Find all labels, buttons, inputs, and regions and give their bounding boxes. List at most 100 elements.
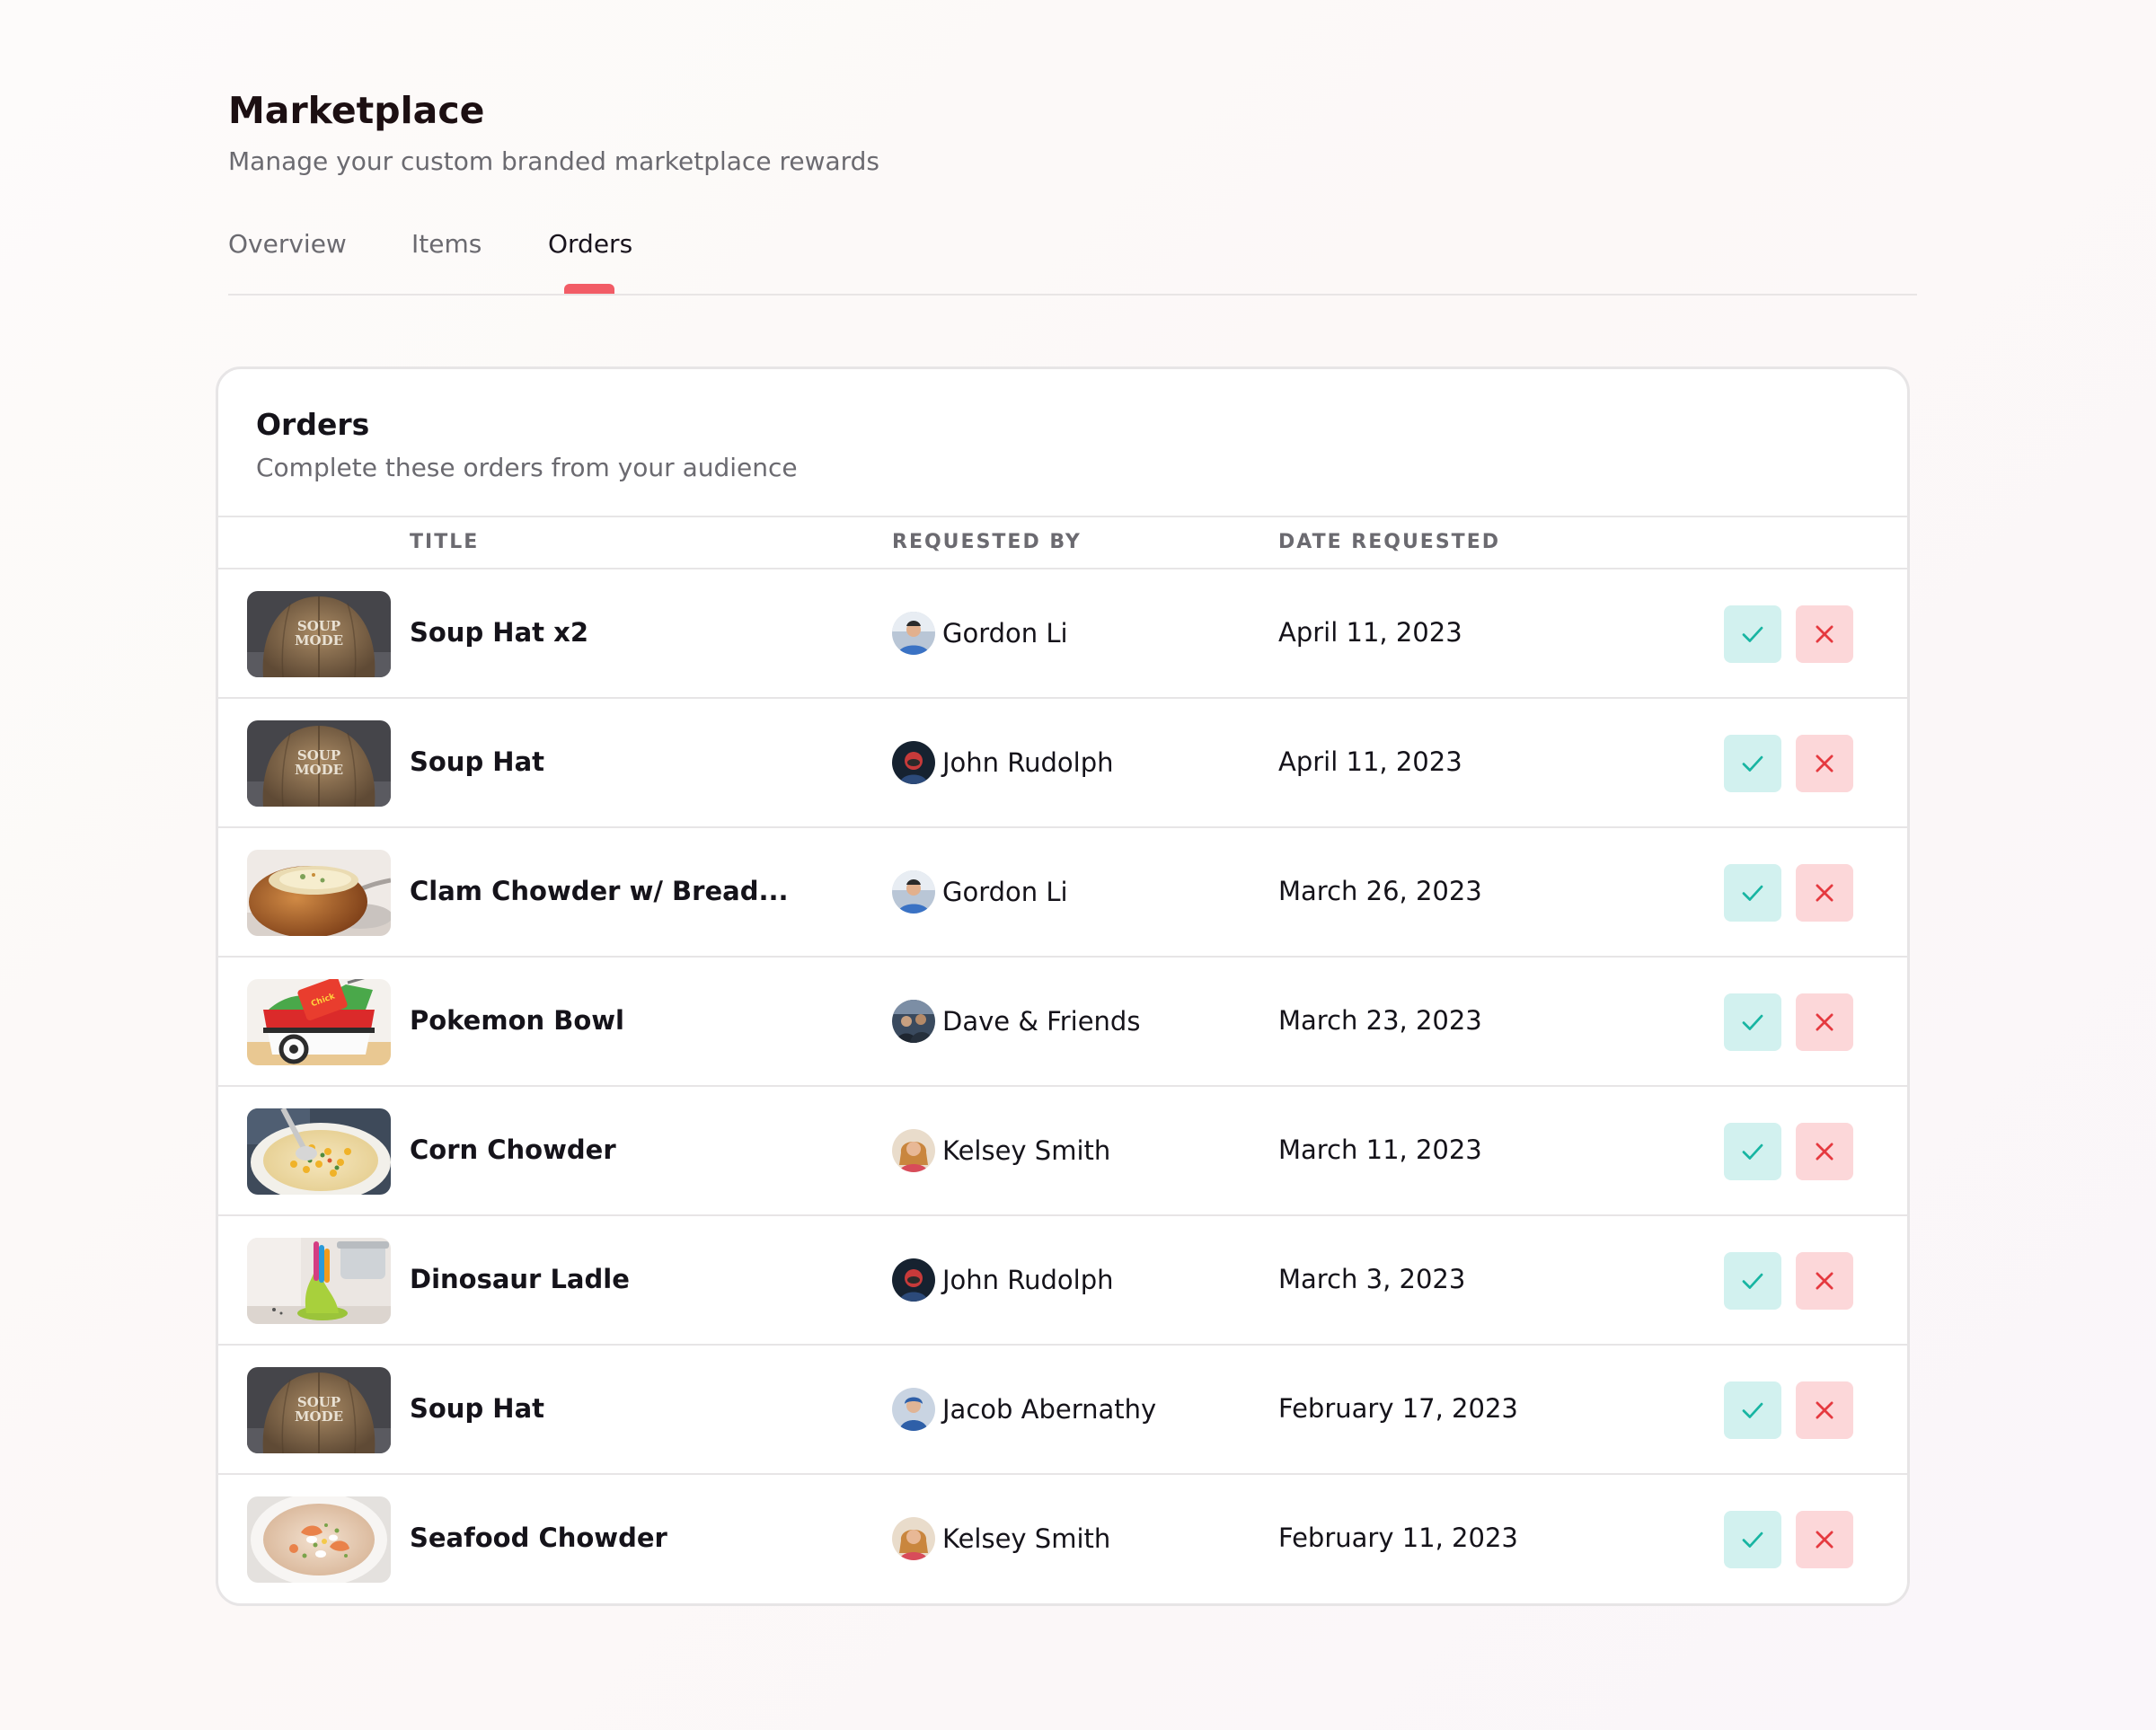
requester-name: Gordon Li <box>942 877 1068 907</box>
order-item-title: Dinosaur Ladle <box>410 1264 630 1294</box>
avatar <box>892 1258 935 1302</box>
table-row[interactable]: Soup Hat John Rudolph April 11, 2023 <box>218 699 1907 828</box>
order-item-title: Soup Hat x2 <box>410 617 588 648</box>
decline-button[interactable] <box>1796 864 1853 922</box>
corn-chowder-image <box>247 1108 391 1195</box>
decline-button[interactable] <box>1796 605 1853 663</box>
avatar <box>892 612 935 655</box>
requester: Gordon Li <box>892 611 1068 656</box>
dinosaur-ladle-image <box>247 1238 391 1324</box>
avatar <box>892 1000 935 1043</box>
tab-bar: Overview Items Orders <box>228 221 1917 296</box>
column-header-date-requested[interactable]: DATE REQUESTED <box>1278 530 1500 555</box>
check-icon <box>1742 1143 1763 1160</box>
requester-name: John Rudolph <box>942 1265 1114 1295</box>
clam-chowder-image <box>247 850 391 936</box>
close-icon <box>1816 755 1833 772</box>
approve-button[interactable] <box>1724 1123 1781 1180</box>
close-icon <box>1816 884 1833 902</box>
decline-button[interactable] <box>1796 993 1853 1051</box>
order-item-title: Soup Hat <box>410 746 545 777</box>
table-row[interactable]: Pokemon Bowl Dave & Friends March 23, 20… <box>218 958 1907 1087</box>
close-icon <box>1816 1013 1833 1031</box>
orders-table-body: Soup Hat x2 Gordon Li April 11, 2023 Sou… <box>218 569 1907 1604</box>
tab-items[interactable]: Items <box>411 221 482 293</box>
approve-button[interactable] <box>1724 993 1781 1051</box>
column-header-title[interactable]: TITLE <box>410 530 479 555</box>
requester-name: John Rudolph <box>942 747 1114 778</box>
order-item-title: Pokemon Bowl <box>410 1005 624 1036</box>
order-item-title: Clam Chowder w/ Bread... <box>410 876 789 906</box>
avatar <box>892 741 935 784</box>
column-header-requested-by[interactable]: REQUESTED BY <box>892 530 1082 555</box>
page-header: Marketplace Manage your custom branded m… <box>228 86 1917 178</box>
date-requested: February 17, 2023 <box>1278 1393 1518 1424</box>
requester: Kelsey Smith <box>892 1516 1110 1561</box>
soup-hat-image <box>247 1367 391 1453</box>
table-row[interactable]: Dinosaur Ladle John Rudolph March 3, 202… <box>218 1216 1907 1346</box>
close-icon <box>1816 1531 1833 1549</box>
tab-orders-label: Orders <box>548 229 633 259</box>
tab-overview-label: Overview <box>228 229 347 259</box>
decline-button[interactable] <box>1796 735 1853 792</box>
page-subtitle: Manage your custom branded marketplace r… <box>228 146 880 176</box>
table-row[interactable]: Clam Chowder w/ Bread... Gordon Li March… <box>218 828 1907 958</box>
tab-overview[interactable]: Overview <box>228 221 347 293</box>
decline-button[interactable] <box>1796 1381 1853 1439</box>
pokemon-bowl-image <box>247 979 391 1065</box>
avatar <box>892 1388 935 1431</box>
orders-card-subtitle: Complete these orders from your audience <box>256 453 798 482</box>
decline-button[interactable] <box>1796 1252 1853 1310</box>
decline-button[interactable] <box>1796 1123 1853 1180</box>
date-requested: April 11, 2023 <box>1278 617 1462 648</box>
tab-items-label: Items <box>411 229 482 259</box>
orders-card: Orders Complete these orders from your a… <box>216 366 1910 1606</box>
date-requested: March 3, 2023 <box>1278 1264 1466 1294</box>
table-row[interactable]: Soup Hat x2 Gordon Li April 11, 2023 <box>218 569 1907 699</box>
date-requested: March 11, 2023 <box>1278 1134 1482 1165</box>
requester: Gordon Li <box>892 869 1068 914</box>
close-icon <box>1816 1401 1833 1419</box>
check-icon <box>1742 1531 1763 1548</box>
requester: John Rudolph <box>892 740 1114 785</box>
seafood-chowder-image <box>247 1496 391 1583</box>
close-icon <box>1816 1272 1833 1290</box>
approve-button[interactable] <box>1724 1252 1781 1310</box>
approve-button[interactable] <box>1724 735 1781 792</box>
table-row[interactable]: Corn Chowder Kelsey Smith March 11, 2023 <box>218 1087 1907 1216</box>
active-tab-indicator <box>564 284 614 294</box>
check-icon <box>1742 626 1763 642</box>
approve-button[interactable] <box>1724 1381 1781 1439</box>
avatar <box>892 870 935 914</box>
order-item-title: Seafood Chowder <box>410 1523 667 1553</box>
check-icon <box>1742 885 1763 901</box>
order-item-title: Soup Hat <box>410 1393 545 1424</box>
orders-table-header: TITLE REQUESTED BY DATE REQUESTED <box>218 516 1907 569</box>
table-row[interactable]: Soup Hat Jacob Abernathy February 17, 20… <box>218 1346 1907 1475</box>
date-requested: April 11, 2023 <box>1278 746 1462 777</box>
marketplace-page: Marketplace Manage your custom branded m… <box>0 0 2156 1730</box>
order-item-title: Corn Chowder <box>410 1134 616 1165</box>
requester-name: Kelsey Smith <box>942 1523 1111 1554</box>
orders-card-header: Orders Complete these orders from your a… <box>256 407 798 484</box>
date-requested: March 26, 2023 <box>1278 876 1482 906</box>
avatar <box>892 1129 935 1172</box>
decline-button[interactable] <box>1796 1511 1853 1568</box>
approve-button[interactable] <box>1724 605 1781 663</box>
tab-orders[interactable]: Orders <box>548 221 633 294</box>
approve-button[interactable] <box>1724 1511 1781 1568</box>
avatar <box>892 1517 935 1560</box>
date-requested: February 11, 2023 <box>1278 1523 1518 1553</box>
requester: John Rudolph <box>892 1258 1114 1302</box>
page-title: Marketplace <box>228 89 485 132</box>
table-row[interactable]: Seafood Chowder Kelsey Smith February 11… <box>218 1475 1907 1604</box>
requester-name: Dave & Friends <box>942 1006 1141 1037</box>
check-icon <box>1742 1273 1763 1289</box>
close-icon <box>1816 625 1833 643</box>
requester-name: Gordon Li <box>942 618 1068 649</box>
orders-card-title: Orders <box>256 407 370 442</box>
requester-name: Kelsey Smith <box>942 1135 1111 1166</box>
requester: Kelsey Smith <box>892 1128 1110 1173</box>
approve-button[interactable] <box>1724 864 1781 922</box>
requester: Dave & Friends <box>892 999 1140 1044</box>
